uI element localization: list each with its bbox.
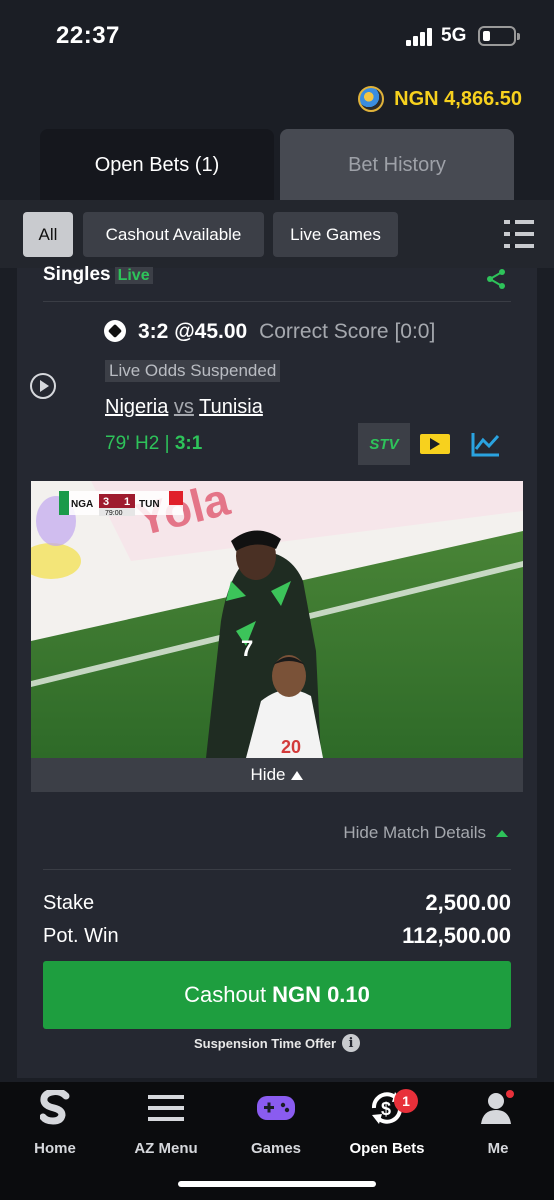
- cashout-prefix: Cashout: [184, 982, 267, 1007]
- nav-me[interactable]: Me: [448, 1088, 548, 1158]
- nav-home[interactable]: Home: [5, 1088, 105, 1158]
- network-type: 5G: [441, 25, 467, 46]
- live-tag: Live: [114, 267, 153, 284]
- play-circle-icon[interactable]: [30, 373, 56, 399]
- user-icon: [480, 1088, 516, 1128]
- odds-status-badge: Live Odds Suspended: [105, 360, 281, 382]
- video-home-code: NGA: [71, 499, 93, 510]
- nav-games-label: Games: [250, 1140, 302, 1157]
- hamburger-menu-icon: [148, 1088, 184, 1128]
- nav-open-bets-label: Open Bets: [349, 1140, 425, 1157]
- video-away-score: 1: [124, 496, 130, 508]
- potwin-value: 112,500.00: [402, 923, 511, 948]
- svg-text:$: $: [381, 1099, 391, 1119]
- tab-open-bets[interactable]: Open Bets (1): [40, 129, 274, 201]
- filter-cashout-available[interactable]: Cashout Available: [83, 212, 264, 257]
- match-time: 79' H2 |: [105, 433, 170, 454]
- list-menu-icon[interactable]: [504, 220, 534, 248]
- selection-odds: @45.00: [174, 320, 248, 343]
- market-name: Correct Score [0:0]: [259, 320, 436, 343]
- match-details-label: Hide Match Details: [343, 823, 486, 842]
- live-score: 79' H2 | 3:1: [105, 433, 202, 455]
- gamepad-icon: [256, 1088, 296, 1128]
- away-team[interactable]: Tunisia: [199, 396, 263, 418]
- sportybet-logo-icon: [40, 1088, 70, 1128]
- status-bar: 22:37 5G: [0, 0, 554, 72]
- nav-az-menu[interactable]: AZ Menu: [116, 1088, 216, 1158]
- video-away-code: TUN: [139, 499, 160, 510]
- match-name[interactable]: Nigeria vs Tunisia: [105, 396, 263, 419]
- nav-az-menu-label: AZ Menu: [134, 1140, 198, 1157]
- selection-line: 3:2 @45.00 Correct Score [0:0]: [138, 320, 435, 344]
- filter-live-games[interactable]: Live Games: [273, 212, 398, 257]
- suspension-text: Suspension Time Offer: [193, 1035, 337, 1051]
- suspension-note: Suspension Time Offer i: [17, 1034, 537, 1052]
- wallet-coin-icon: [358, 86, 385, 112]
- video-home-score: 3: [103, 496, 109, 508]
- balance-amount: NGN 4,866.50: [394, 87, 522, 110]
- nav-me-label: Me: [487, 1140, 509, 1157]
- divider: [43, 301, 511, 302]
- filter-all[interactable]: All: [23, 212, 73, 257]
- selection-pick: 3:2: [138, 320, 169, 343]
- share-icon[interactable]: [485, 268, 507, 290]
- hide-video-label: Hide: [250, 765, 286, 784]
- cashout-button[interactable]: Cashout NGN 0.10: [43, 961, 511, 1029]
- nav-games[interactable]: Games: [226, 1088, 326, 1158]
- status-time: 22:37: [56, 22, 120, 49]
- stats-chart-icon[interactable]: [471, 431, 501, 457]
- signal-icon: [406, 28, 434, 46]
- bet-card: Singles Live 3:2 @45.00 Correct Score [0:…: [17, 264, 537, 1078]
- potwin-label: Pot. Win: [43, 925, 119, 947]
- bet-tabs: Open Bets (1) Bet History: [40, 129, 514, 201]
- home-indicator: [178, 1181, 376, 1187]
- stake-value: 2,500.00: [425, 890, 511, 915]
- away-shirt-number: 20: [281, 737, 301, 757]
- live-tracker-icon[interactable]: [420, 434, 450, 454]
- video-clock: 79:00: [105, 510, 123, 517]
- open-bets-badge: 1: [394, 1089, 418, 1113]
- hide-video-button[interactable]: Hide: [31, 758, 523, 792]
- balance-display[interactable]: NGN 4,866.50: [358, 86, 522, 112]
- video-frame: Yola 7 20 NGA 3 1 TUN 79:00: [31, 481, 523, 758]
- toggle-match-details[interactable]: Hide Match Details: [343, 823, 508, 843]
- vs-label: vs: [173, 396, 194, 418]
- nav-home-label: Home: [34, 1140, 76, 1157]
- stake-label: Stake: [43, 892, 95, 914]
- football-icon: [104, 320, 126, 342]
- caret-up-icon: [291, 770, 304, 780]
- stv-icon: STV: [369, 435, 399, 453]
- caret-up-icon: [496, 829, 508, 837]
- info-icon[interactable]: i: [342, 1034, 361, 1052]
- battery-icon: [478, 26, 520, 46]
- cashout-amount: NGN 0.10: [272, 982, 370, 1007]
- bet-type-label: Singles: [43, 264, 111, 285]
- home-team[interactable]: Nigeria: [105, 396, 168, 418]
- stream-tv-button[interactable]: STV: [358, 423, 410, 465]
- divider: [43, 869, 511, 870]
- tab-bet-history[interactable]: Bet History: [280, 129, 514, 201]
- current-score: 3:1: [174, 433, 203, 454]
- live-stream-video[interactable]: Yola 7 20 NGA 3 1 TUN 79:00: [31, 481, 523, 758]
- filter-bar: All Cashout Available Live Games: [0, 200, 554, 268]
- nav-open-bets[interactable]: $ 1 Open Bets: [337, 1088, 437, 1158]
- home-shirt-number: 7: [241, 636, 253, 661]
- bet-type: Singles Live: [43, 264, 153, 286]
